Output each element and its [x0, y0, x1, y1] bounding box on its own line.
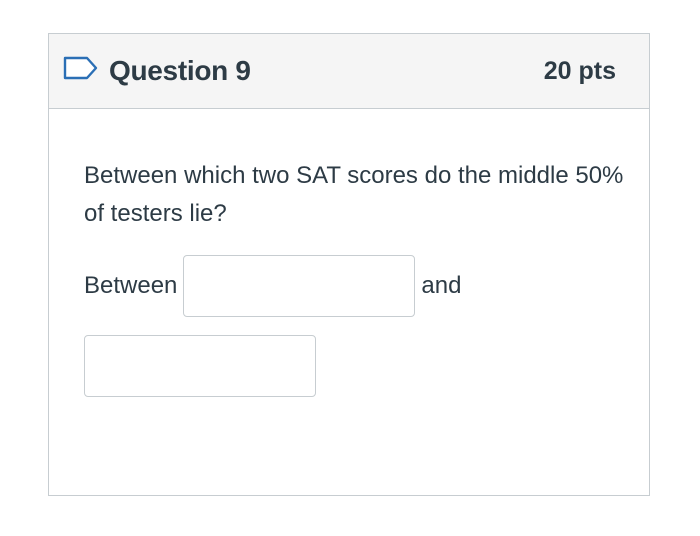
answer-conjunction-label: and — [421, 272, 462, 299]
question-card: Question 9 20 pts Between which two SAT … — [48, 33, 650, 496]
answer-row: Between and — [84, 255, 614, 317]
lower-score-input[interactable] — [183, 255, 416, 317]
question-title: Question 9 — [109, 55, 251, 86]
question-header: Question 9 20 pts — [49, 34, 649, 109]
question-text: Between which two SAT scores do the midd… — [84, 162, 624, 227]
answer-prefix-label: Between — [84, 272, 178, 299]
flag-question-icon[interactable] — [63, 56, 99, 80]
question-points: 20 pts — [543, 56, 616, 85]
answer-row-second — [84, 335, 614, 397]
question-body: Between which two SAT scores do the midd… — [49, 109, 649, 397]
question-header-left: Question 9 — [63, 55, 251, 87]
upper-score-input[interactable] — [84, 335, 316, 397]
